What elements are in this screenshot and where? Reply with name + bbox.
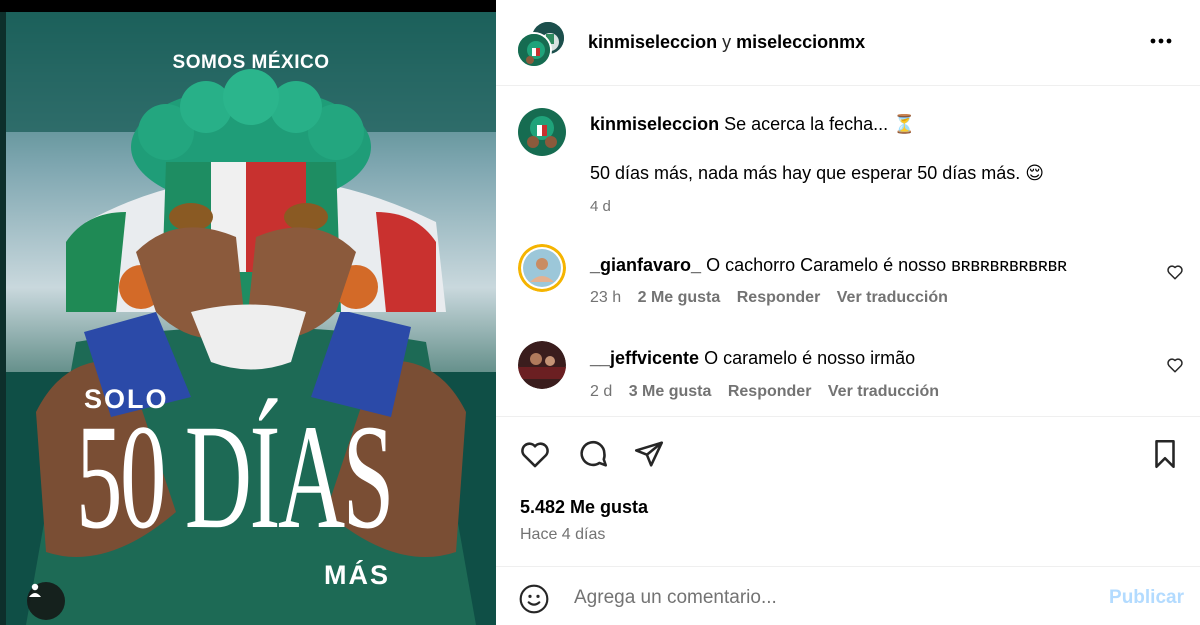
comment-body: O caramelo é nosso irmão	[704, 348, 916, 368]
comment-time[interactable]: 2 d	[590, 383, 612, 400]
caption-username[interactable]: kinmiseleccion	[590, 114, 719, 134]
comment-text-row: __jeffvicente O caramelo é nosso irmão	[590, 348, 915, 369]
post-date[interactable]: Hace 4 días	[520, 526, 605, 544]
comment-like-button[interactable]	[1166, 263, 1184, 281]
headline-bottom: MÁS	[324, 560, 390, 590]
media-top-bar	[0, 0, 496, 12]
bookmark-icon	[1155, 439, 1175, 469]
brand-title: SOMOS MÉXICO	[172, 52, 330, 73]
author-joiner: y	[722, 32, 732, 52]
comment-input[interactable]	[574, 585, 1094, 611]
comment-username[interactable]: _gianfavaro_	[590, 255, 701, 275]
caption-line-1: kinmiseleccion Se acerca la fecha... ⏳	[590, 113, 916, 135]
author-avatar-image	[518, 34, 550, 66]
commenter-avatar[interactable]	[518, 341, 566, 389]
caption-text: Se acerca la fecha... ⏳	[724, 114, 916, 134]
instagram-post-modal: SOMOS MÉXICO SOLO 50 DÍAS MÁS kinmiselec…	[0, 0, 1200, 625]
headline-big: 50 DÍAS	[76, 394, 394, 560]
caption-avatar[interactable]	[518, 108, 566, 156]
author-username[interactable]: kinmiseleccion	[588, 32, 717, 52]
commenter-avatar-image	[518, 341, 566, 389]
heart-outline-icon	[1167, 358, 1183, 373]
post-media: SOMOS MÉXICO SOLO 50 DÍAS MÁS	[0, 0, 496, 625]
emoji-icon	[519, 584, 549, 614]
comment-meta: 2 d 3 Me gusta Responder Ver traducción	[590, 383, 951, 401]
reply-button[interactable]: Responder	[728, 383, 812, 400]
comment-meta: 23 h 2 Me gusta Responder Ver traducción	[590, 289, 960, 307]
commenter-avatar[interactable]	[518, 244, 566, 292]
caption-avatar-image	[518, 108, 566, 156]
more-options-button[interactable]	[1148, 31, 1174, 51]
user-icon	[29, 583, 41, 597]
save-button[interactable]	[1148, 437, 1182, 471]
comment-likes[interactable]: 2 Me gusta	[638, 289, 721, 306]
comment-likes[interactable]: 3 Me gusta	[629, 383, 712, 400]
author-avatars[interactable]	[516, 20, 566, 68]
likes-count[interactable]: 5.482 Me gusta	[520, 497, 648, 518]
post-actions: 5.482 Me gusta Hace 4 días	[496, 416, 1200, 566]
reply-button[interactable]: Responder	[737, 289, 821, 306]
comment-like-button[interactable]	[1166, 356, 1184, 374]
heart-icon	[521, 442, 549, 468]
comment-icon	[580, 441, 608, 467]
post-side-panel: kinmiseleccion y miseleccionmx kinmisele…	[496, 0, 1200, 625]
comment-composer: Publicar	[496, 566, 1200, 625]
comment-body: O cachorro Caramelo é nosso ʙʀʙʀʙʀʙʀʙʀʙʀ	[706, 255, 1068, 275]
post-header: kinmiseleccion y miseleccionmx	[496, 0, 1200, 86]
heart-outline-icon	[1167, 265, 1183, 280]
share-icon	[634, 441, 664, 467]
caption-timestamp[interactable]: 4 d	[590, 198, 611, 215]
post-image[interactable]: SOMOS MÉXICO SOLO 50 DÍAS MÁS	[6, 12, 496, 625]
commenter-avatar-image	[518, 244, 566, 292]
coauthor-username[interactable]: miseleccionmx	[736, 32, 865, 52]
publish-button[interactable]: Publicar	[1109, 587, 1184, 609]
comment-username[interactable]: __jeffvicente	[590, 348, 699, 368]
comment-time[interactable]: 23 h	[590, 289, 621, 306]
comment-text-row: _gianfavaro_ O cachorro Caramelo é nosso…	[590, 255, 1067, 276]
comment-button[interactable]	[576, 437, 610, 471]
author-avatar[interactable]	[516, 32, 552, 68]
header-authors: kinmiseleccion y miseleccionmx	[588, 32, 865, 53]
more-horizontal-icon	[1150, 38, 1172, 44]
tagged-users-button[interactable]	[27, 582, 65, 620]
share-button[interactable]	[632, 437, 666, 471]
like-button[interactable]	[518, 437, 552, 471]
caption-line-2: 50 días más, nada más hay que esperar 50…	[590, 163, 1045, 183]
translate-button[interactable]: Ver traducción	[828, 383, 939, 400]
emoji-button[interactable]	[518, 583, 550, 615]
translate-button[interactable]: Ver traducción	[837, 289, 948, 306]
